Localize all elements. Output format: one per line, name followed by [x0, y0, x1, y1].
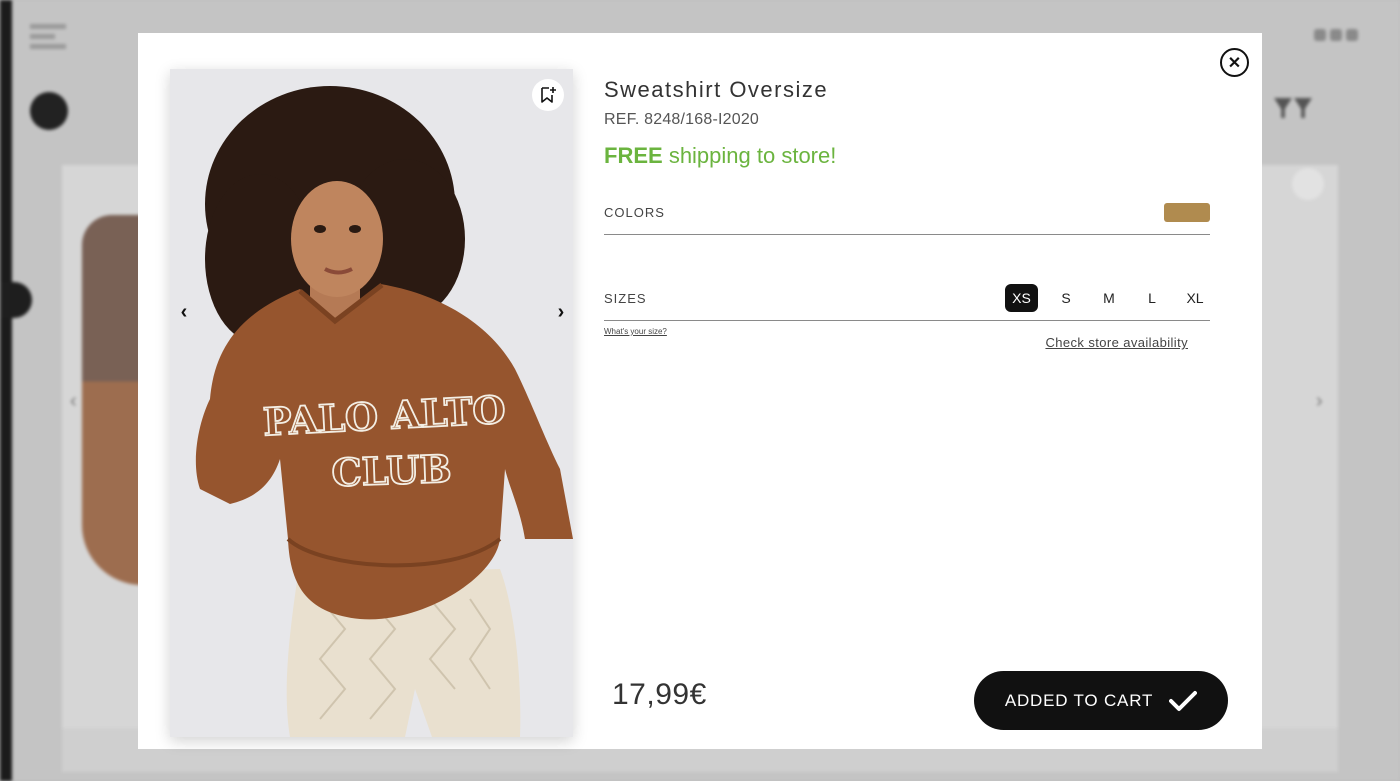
- size-option-s[interactable]: S: [1051, 284, 1081, 312]
- chevron-right-icon: ›: [557, 300, 565, 323]
- colors-row: COLORS: [604, 199, 1210, 235]
- image-next-button[interactable]: ›: [550, 301, 572, 323]
- cart-button-label: ADDED TO CART: [1004, 690, 1154, 710]
- shirt-print-line2: CLUB: [331, 446, 453, 495]
- background-round-button: [1292, 168, 1324, 200]
- wishlist-button[interactable]: [532, 79, 564, 111]
- shipping-text: shipping to store!: [668, 143, 837, 168]
- background-chevron-left-icon: ‹: [70, 390, 77, 412]
- sizes-row: SIZES XS S M L XL: [604, 284, 1210, 321]
- size-links: What's your size? Check store availabili…: [604, 321, 1210, 351]
- background-side-button: [0, 282, 32, 318]
- size-guide-link[interactable]: What's your size?: [604, 327, 667, 336]
- quick-view-modal: ✕ PALO ALTO CLUB ‹ › Sweatshirt Oversize…: [138, 33, 1262, 749]
- sizes-label: SIZES: [604, 291, 647, 306]
- shipping-highlight: FREE: [604, 143, 663, 168]
- background-menu-icon: [30, 24, 66, 50]
- product-details: Sweatshirt Oversize REF. 8248/168-I2020 …: [604, 77, 1210, 351]
- background-left-bar: [0, 0, 12, 781]
- shipping-banner: FREE shipping to store!: [604, 143, 1210, 169]
- image-prev-button[interactable]: ‹: [173, 301, 195, 323]
- close-button[interactable]: ✕: [1220, 48, 1249, 77]
- size-option-xs[interactable]: XS: [1005, 284, 1038, 312]
- background-avatar: [30, 92, 68, 130]
- add-to-cart-button[interactable]: ADDED TO CART: [974, 671, 1228, 730]
- product-photo: PALO ALTO CLUB: [170, 69, 573, 737]
- product-price: 17,99€: [612, 678, 707, 711]
- product-reference: REF. 8248/168-I2020: [604, 111, 760, 128]
- bookmark-add-icon: [541, 87, 556, 103]
- product-title: Sweatshirt Oversize: [604, 77, 829, 102]
- color-swatch[interactable]: [1164, 203, 1210, 222]
- store-availability-link[interactable]: Check store availability: [1045, 335, 1188, 350]
- background-product-photo: [82, 215, 142, 585]
- chevron-left-icon: ‹: [180, 300, 188, 323]
- close-icon: ✕: [1227, 54, 1242, 72]
- background-header-icons: [1310, 28, 1360, 44]
- checkmark-icon: [1169, 690, 1198, 711]
- size-selector: XS S M L XL: [992, 284, 1210, 312]
- colors-label: COLORS: [604, 205, 665, 220]
- background-chevron-right-icon: ›: [1316, 390, 1323, 412]
- size-option-m[interactable]: M: [1094, 284, 1124, 312]
- product-gallery: PALO ALTO CLUB ‹ ›: [170, 69, 573, 737]
- size-option-xl[interactable]: XL: [1180, 284, 1210, 312]
- background-filter-icon: [1272, 98, 1316, 122]
- size-option-l[interactable]: L: [1137, 284, 1167, 312]
